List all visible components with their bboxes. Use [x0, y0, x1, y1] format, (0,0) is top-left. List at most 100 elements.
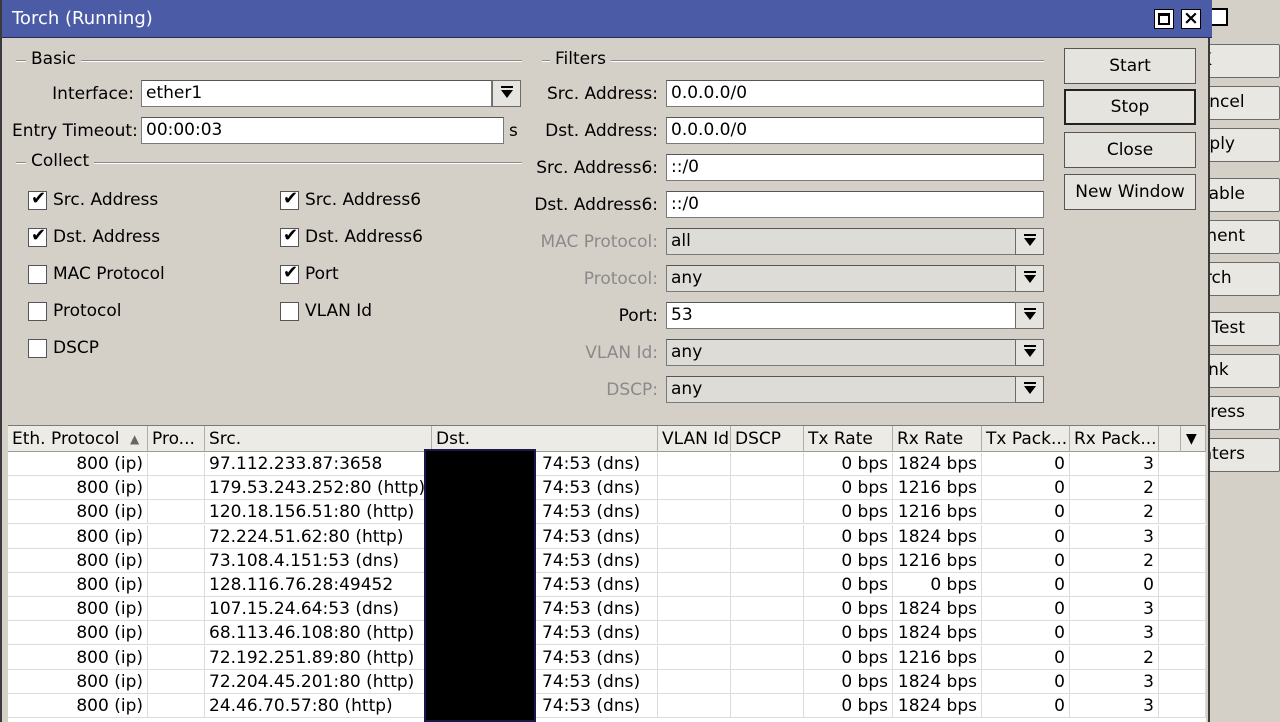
mac-protocol-input[interactable]: all	[666, 228, 1016, 255]
cell-tx-rate: 0 bps	[804, 645, 893, 670]
sort-ascending-icon: ▲	[130, 432, 140, 446]
cell-proto	[148, 452, 205, 476]
close-icon[interactable]: ×	[1181, 7, 1201, 29]
table-row[interactable]: 800 (ip) 120.18.156.51:80 (http) 74:53 (dn…	[8, 500, 1206, 525]
cell-tx-rate: 0 bps	[804, 597, 893, 622]
col-rx-packets[interactable]: Rx Pack...	[1070, 426, 1159, 452]
table-row[interactable]: 800 (ip) 179.53.243.252:80 (http) 74:53 (d…	[8, 476, 1206, 501]
bg-reset-mac-button[interactable]: Reset MAC Address	[1206, 396, 1280, 430]
checkmark-icon: ✔	[283, 188, 299, 209]
interface-dropdown-icon[interactable]	[492, 80, 521, 107]
cell-dscp	[731, 548, 804, 573]
col-eth-protocol[interactable]: Eth. Protocol ▲	[8, 426, 148, 452]
dscp-input[interactable]: any	[666, 376, 1016, 403]
cell-dscp	[731, 452, 804, 476]
table-row[interactable]: 800 (ip) 128.116.76.28:49452 74:53 (dns) 0 …	[8, 573, 1206, 597]
table-row[interactable]: 800 (ip) 73.108.4.151:53 (dns) 74:53 (dns)…	[8, 548, 1206, 573]
bg-ok-button[interactable]: OK	[1206, 44, 1280, 78]
checkmark-icon: ✔	[31, 225, 47, 246]
src-address6-checkbox[interactable]: ✔	[280, 188, 299, 210]
protocol-dropdown-icon[interactable]	[1015, 265, 1044, 292]
col-tx-rate[interactable]: Tx Rate	[804, 426, 893, 452]
close-button[interactable]: Close	[1064, 132, 1196, 168]
background-window-titlebar	[1206, 0, 1280, 36]
src-address-input[interactable]: 0.0.0.0/0	[666, 80, 1044, 107]
col-protocol[interactable]: Pro...	[148, 426, 205, 452]
port-dropdown-icon[interactable]	[1015, 302, 1044, 329]
cell-tx-pack: 0	[982, 500, 1070, 525]
table-row[interactable]: 800 (ip) 97.112.233.87:3658 74:53 (dns) 0 b…	[8, 452, 1206, 476]
interface-input[interactable]: ether1	[141, 80, 492, 107]
mac-protocol-label: MAC Protocol:	[540, 232, 658, 252]
cell-rx-pack: 3	[1070, 452, 1159, 476]
dscp-checkbox[interactable]	[28, 339, 47, 358]
vlan-id-check-label: VLAN Id	[305, 301, 373, 321]
protocol-input[interactable]: any	[666, 265, 1016, 292]
mac-protocol-dropdown-icon[interactable]	[1015, 228, 1044, 255]
cell-tx-pack: 0	[982, 669, 1070, 694]
cell-spacer	[1159, 669, 1206, 694]
cell-src: 72.204.45.201:80 (http)	[205, 669, 432, 694]
cell-proto	[148, 573, 205, 597]
col-vlan-id[interactable]: VLAN Id	[658, 426, 731, 452]
title-bar[interactable]: Torch (Running) ×	[2, 0, 1212, 38]
vlan-id-input[interactable]: any	[666, 339, 1016, 366]
cell-tx-pack: 0	[982, 645, 1070, 670]
col-tx-packets[interactable]: Tx Pack...	[982, 426, 1070, 452]
bg-apply-button[interactable]: Apply	[1206, 128, 1280, 162]
table-row[interactable]: 800 (ip) 107.15.24.64:53 (dns) 74:53 (dns)…	[8, 597, 1206, 622]
cell-src: 68.113.46.108:80 (http)	[205, 621, 432, 646]
cell-rx-pack: 0	[1070, 573, 1159, 597]
bg-reset-mac-label: Reset MAC Address	[1206, 402, 1245, 422]
maximize-icon[interactable]	[1154, 9, 1174, 29]
vlan-id-checkbox[interactable]	[280, 302, 299, 321]
table-row[interactable]: 800 (ip) 72.192.251.89:80 (http) 74:53 (dn…	[8, 645, 1206, 670]
table-row[interactable]: 800 (ip) 24.46.70.57:80 (http) 74:53 (dns)…	[8, 694, 1206, 718]
cell-rx-pack: 2	[1070, 476, 1159, 501]
col-src[interactable]: Src.	[205, 426, 432, 452]
bg-disable-button[interactable]: Disable	[1206, 178, 1280, 212]
mac-protocol-checkbox[interactable]	[28, 265, 47, 284]
cell-eth: 800 (ip)	[8, 452, 148, 476]
cell-vlan	[658, 452, 731, 476]
table-row[interactable]: 800 (ip) 72.204.45.201:80 (http) 74:53 (dn…	[8, 669, 1206, 694]
bg-blink-button[interactable]: Blink	[1206, 354, 1280, 388]
protocol-check-label: Protocol	[53, 301, 122, 321]
protocol-checkbox[interactable]	[28, 302, 47, 321]
bg-comment-button[interactable]: Comment	[1206, 220, 1280, 254]
cell-vlan	[658, 669, 731, 694]
dst-address6-input[interactable]: ::/0	[666, 191, 1044, 218]
src-address-checkbox[interactable]: ✔	[28, 188, 47, 210]
port-input[interactable]: 53	[666, 302, 1016, 329]
cell-src: 73.108.4.151:53 (dns)	[205, 548, 432, 573]
bg-reset-counters-button[interactable]: Reset Counters	[1206, 438, 1280, 472]
dst-address-checkbox[interactable]: ✔	[28, 225, 47, 247]
port-checkbox[interactable]: ✔	[280, 262, 299, 284]
torch-dialog: Torch (Running) × Basic Interface: ether…	[0, 0, 1212, 722]
stop-button[interactable]: Stop	[1064, 89, 1196, 125]
table-row[interactable]: 800 (ip) 72.224.51.62:80 (http) 74:53 (dns…	[8, 524, 1206, 549]
dst-address-input[interactable]: 0.0.0.0/0	[666, 117, 1044, 144]
vlan-id-dropdown-icon[interactable]	[1015, 339, 1044, 366]
bg-torch-button[interactable]: Torch	[1206, 262, 1280, 296]
cell-eth: 800 (ip)	[8, 694, 148, 718]
start-button[interactable]: Start	[1064, 48, 1196, 84]
background-maximize-icon[interactable]	[1210, 8, 1228, 26]
cell-rx-rate: 1824 bps	[893, 597, 982, 622]
cell-dscp	[731, 621, 804, 646]
column-menu-icon[interactable]: ▼	[1181, 426, 1206, 452]
dst-address6-checkbox[interactable]: ✔	[280, 225, 299, 247]
cell-dscp	[731, 524, 804, 549]
bg-cable-test-button[interactable]: Cable Test	[1206, 312, 1280, 346]
table-row[interactable]: 800 (ip) 68.113.46.108:80 (http) 74:53 (dn…	[8, 621, 1206, 646]
cell-rx-pack: 2	[1070, 645, 1159, 670]
col-rx-rate[interactable]: Rx Rate	[893, 426, 982, 452]
col-dscp[interactable]: DSCP	[731, 426, 804, 452]
src-address6-input[interactable]: ::/0	[666, 154, 1044, 181]
entry-timeout-input[interactable]: 00:00:03	[141, 117, 504, 144]
bg-cancel-button[interactable]: Cancel	[1206, 86, 1280, 120]
new-window-button[interactable]: New Window	[1064, 174, 1196, 210]
bg-cancel-label: Cancel	[1206, 92, 1245, 112]
bg-reset-counters-label: Reset Counters	[1206, 444, 1245, 464]
dscp-dropdown-icon[interactable]	[1015, 376, 1044, 403]
